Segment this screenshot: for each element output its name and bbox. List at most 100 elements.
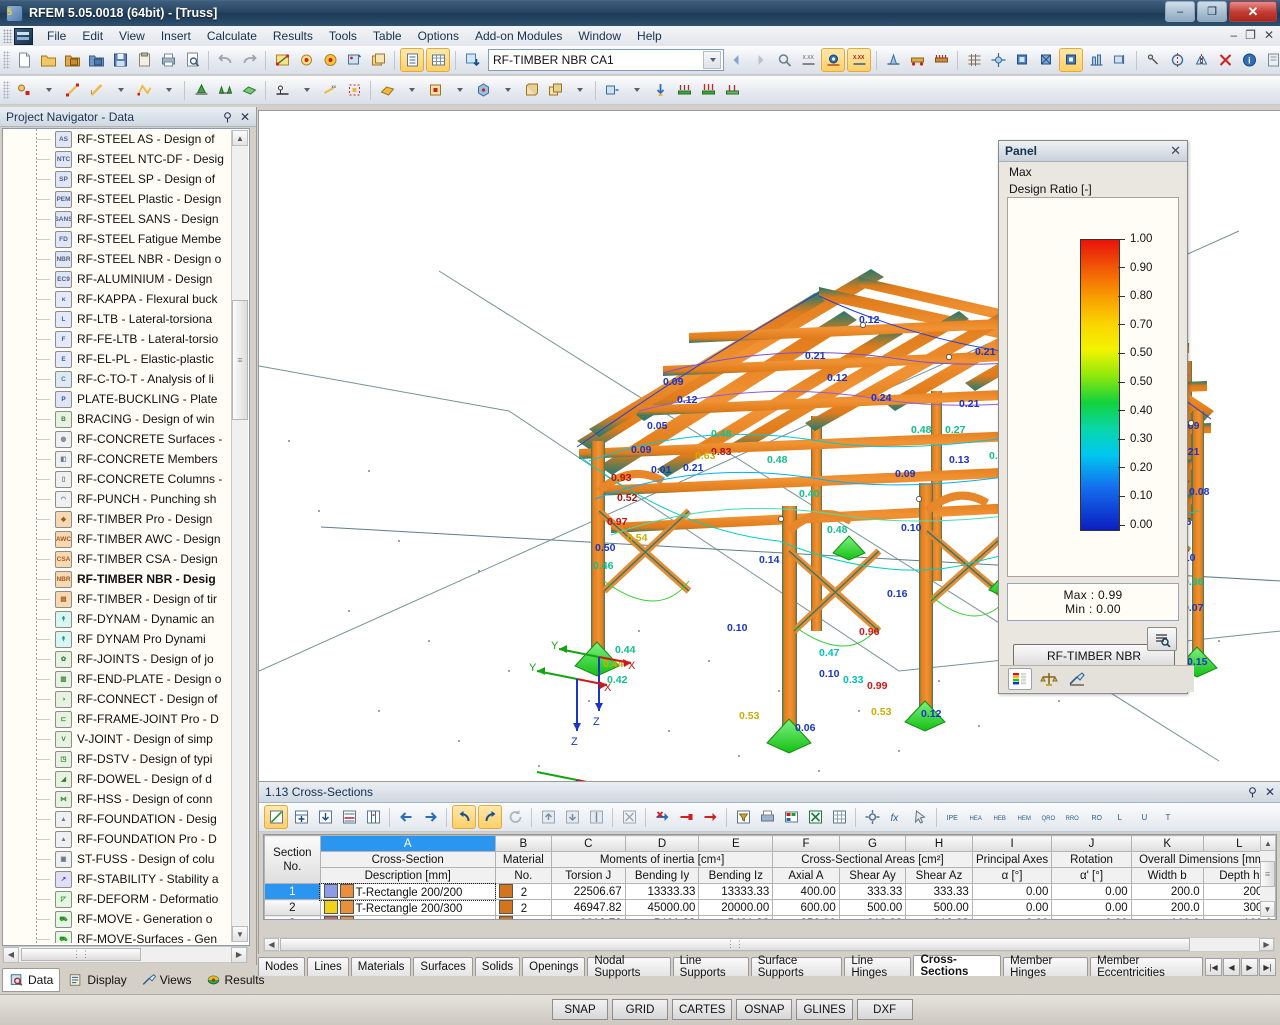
model-graphic-button[interactable] — [1085, 49, 1107, 71]
panel-zoom-button[interactable] — [1147, 627, 1177, 651]
cell-value[interactable]: 0.00 — [1052, 884, 1131, 900]
cell-value[interactable]: 333.33 — [839, 884, 906, 900]
redo-button[interactable] — [238, 49, 260, 71]
group-material[interactable]: Material — [495, 852, 551, 868]
table-horizontal-scrollbar[interactable]: ◀ ⋮⋮ ▶ — [263, 937, 1275, 952]
navigator-item[interactable]: ◠RF-PUNCH - Punching sh — [3, 489, 231, 509]
tab-openings[interactable]: Openings — [522, 957, 585, 976]
member-division-button[interactable] — [343, 79, 365, 101]
cell-description[interactable]: T-Rectangle 200/300 — [320, 900, 495, 916]
section-hea-button[interactable]: HEA — [966, 806, 988, 828]
tab-lines[interactable]: Lines — [307, 957, 349, 976]
delete-button[interactable] — [1214, 49, 1236, 71]
sub-ay[interactable]: Shear Ay — [839, 868, 906, 884]
sub-alpha[interactable]: α [°] — [972, 868, 1052, 884]
table-redo-button[interactable] — [478, 805, 502, 829]
rotate-model-button[interactable] — [319, 49, 341, 71]
scroll-down-icon[interactable]: ▼ — [232, 926, 248, 942]
column-letter-F[interactable]: F — [773, 836, 840, 852]
new-file-button[interactable] — [13, 49, 35, 71]
cell-value[interactable]: 500.00 — [839, 900, 906, 916]
group-moments-of-inertia[interactable]: Moments of inertia [cm⁴] — [551, 852, 772, 868]
load-case-combo[interactable] — [488, 49, 724, 71]
navigator-item[interactable]: ⛟RF-MOVE - Generation o — [3, 909, 231, 929]
column-letter-D[interactable]: D — [625, 836, 699, 852]
section-u-button[interactable]: U — [1134, 806, 1156, 828]
minimize-button[interactable]: – — [1165, 1, 1195, 22]
navigator-vertical-scrollbar[interactable]: ▲ ≡ ▼ — [231, 130, 248, 942]
nodal-support-button[interactable] — [190, 79, 212, 101]
navigator-item[interactable]: ◢RF-DOWEL - Design of d — [3, 769, 231, 789]
insert-node-button[interactable] — [13, 79, 35, 101]
status-toggle-grid[interactable]: GRID — [612, 999, 668, 1020]
cell-description[interactable]: T-Rectangle 200/200 — [320, 884, 495, 900]
panel-close-icon[interactable]: ✕ — [1170, 143, 1181, 159]
status-toggle-osnap[interactable]: OSNAP — [736, 999, 792, 1020]
navigator-close-icon[interactable]: ✕ — [240, 110, 250, 124]
navigator-item[interactable]: NBRRF-TIMBER NBR - Desig — [3, 569, 231, 589]
load-dropdown[interactable] — [625, 79, 647, 101]
menu-help[interactable]: Help — [629, 27, 670, 45]
table-scroll-up-icon[interactable]: ▲ — [1260, 835, 1276, 851]
table-refresh-button[interactable] — [504, 806, 526, 828]
scroll-thumb[interactable]: ≡ — [232, 300, 248, 420]
zoom-window-button[interactable] — [343, 49, 365, 71]
tab-member-hinges[interactable]: Member Hinges — [1003, 957, 1088, 976]
navigator-item[interactable]: BBRACING - Design of win — [3, 409, 231, 429]
table-row[interactable]: 2T-Rectangle 200/300246947.8245000.00200… — [265, 900, 1276, 916]
open-recent-button[interactable] — [85, 49, 107, 71]
navigator-item[interactable]: FDRF-STEEL Fatigue Membe — [3, 229, 231, 249]
insert-block-button[interactable] — [520, 79, 542, 101]
section-hem-button[interactable]: HEM — [1014, 806, 1036, 828]
show-tables-button[interactable] — [400, 48, 424, 72]
hscroll-thumb[interactable]: ⋮⋮ — [21, 948, 141, 961]
solid-dropdown[interactable] — [496, 79, 518, 101]
row-number[interactable]: 2 — [265, 900, 321, 916]
sub-iy[interactable]: Bending Iy — [625, 868, 699, 884]
fe-mesh-button[interactable] — [987, 49, 1009, 71]
section-ro-button[interactable]: RO — [1086, 806, 1108, 828]
member-load-button[interactable] — [673, 79, 695, 101]
section-t-button[interactable]: T — [1158, 806, 1180, 828]
table-scroll-thumb[interactable]: ≡ — [1260, 861, 1275, 887]
insert-opening-button[interactable] — [424, 79, 446, 101]
cell-value[interactable]: 20000.00 — [699, 900, 773, 916]
chevron-down-icon[interactable] — [703, 51, 721, 69]
navigator-item[interactable]: ▯RF-CONCRETE Columns - — [3, 469, 231, 489]
panel-tab-colors[interactable] — [1008, 668, 1032, 690]
insert-member-button[interactable]: I — [85, 79, 107, 101]
open-project-button[interactable] — [61, 49, 83, 71]
tab-line-hinges[interactable]: Line Hinges — [844, 957, 911, 976]
tab-nav-button-3[interactable]: ▶| — [1259, 958, 1276, 976]
view-settings-button[interactable] — [1109, 49, 1131, 71]
insert-surface-button[interactable] — [376, 79, 398, 101]
navigator-item[interactable]: ◸RF-DEFORM - Deformatio — [3, 889, 231, 909]
menu-calculate[interactable]: Calculate — [199, 27, 265, 45]
member-hinge-button[interactable] — [271, 79, 293, 101]
mdi-minimize-button[interactable]: – — [1230, 28, 1237, 42]
undo-button[interactable] — [214, 49, 236, 71]
cell-value[interactable]: 600.00 — [773, 900, 840, 916]
table-undo-button[interactable] — [452, 805, 476, 829]
navigator-item[interactable]: ▲RF-FOUNDATION - Desig — [3, 809, 231, 829]
menu-table[interactable]: Table — [365, 27, 410, 45]
section-button[interactable] — [1166, 49, 1188, 71]
table-insert-below-button[interactable] — [314, 806, 336, 828]
nav-mode-data[interactable]: Data — [2, 968, 60, 992]
save-button[interactable] — [109, 49, 131, 71]
navigator-item[interactable]: ↗RF-STABILITY - Stability a — [3, 869, 231, 889]
menu-grip[interactable] — [3, 29, 12, 43]
mesh-display-button[interactable] — [963, 49, 985, 71]
cell-value[interactable]: 200.0 — [1131, 884, 1203, 900]
sub-alpha-prime[interactable]: α' [°] — [1052, 868, 1131, 884]
load-distribution-button[interactable] — [930, 49, 952, 71]
table-remove-col-button[interactable] — [675, 806, 697, 828]
tab-member-eccentricities[interactable]: Member Eccentricities — [1090, 957, 1203, 976]
column-letter-G[interactable]: G — [839, 836, 906, 852]
section-heb-button[interactable]: HEB — [990, 806, 1012, 828]
menu-tools[interactable]: Tools — [321, 27, 365, 45]
insert-line-button[interactable] — [61, 79, 83, 101]
sub-axial[interactable]: Axial A — [773, 868, 840, 884]
member-eccentricity-button[interactable]: xx — [319, 79, 341, 101]
menu-window[interactable]: Window — [570, 27, 629, 45]
